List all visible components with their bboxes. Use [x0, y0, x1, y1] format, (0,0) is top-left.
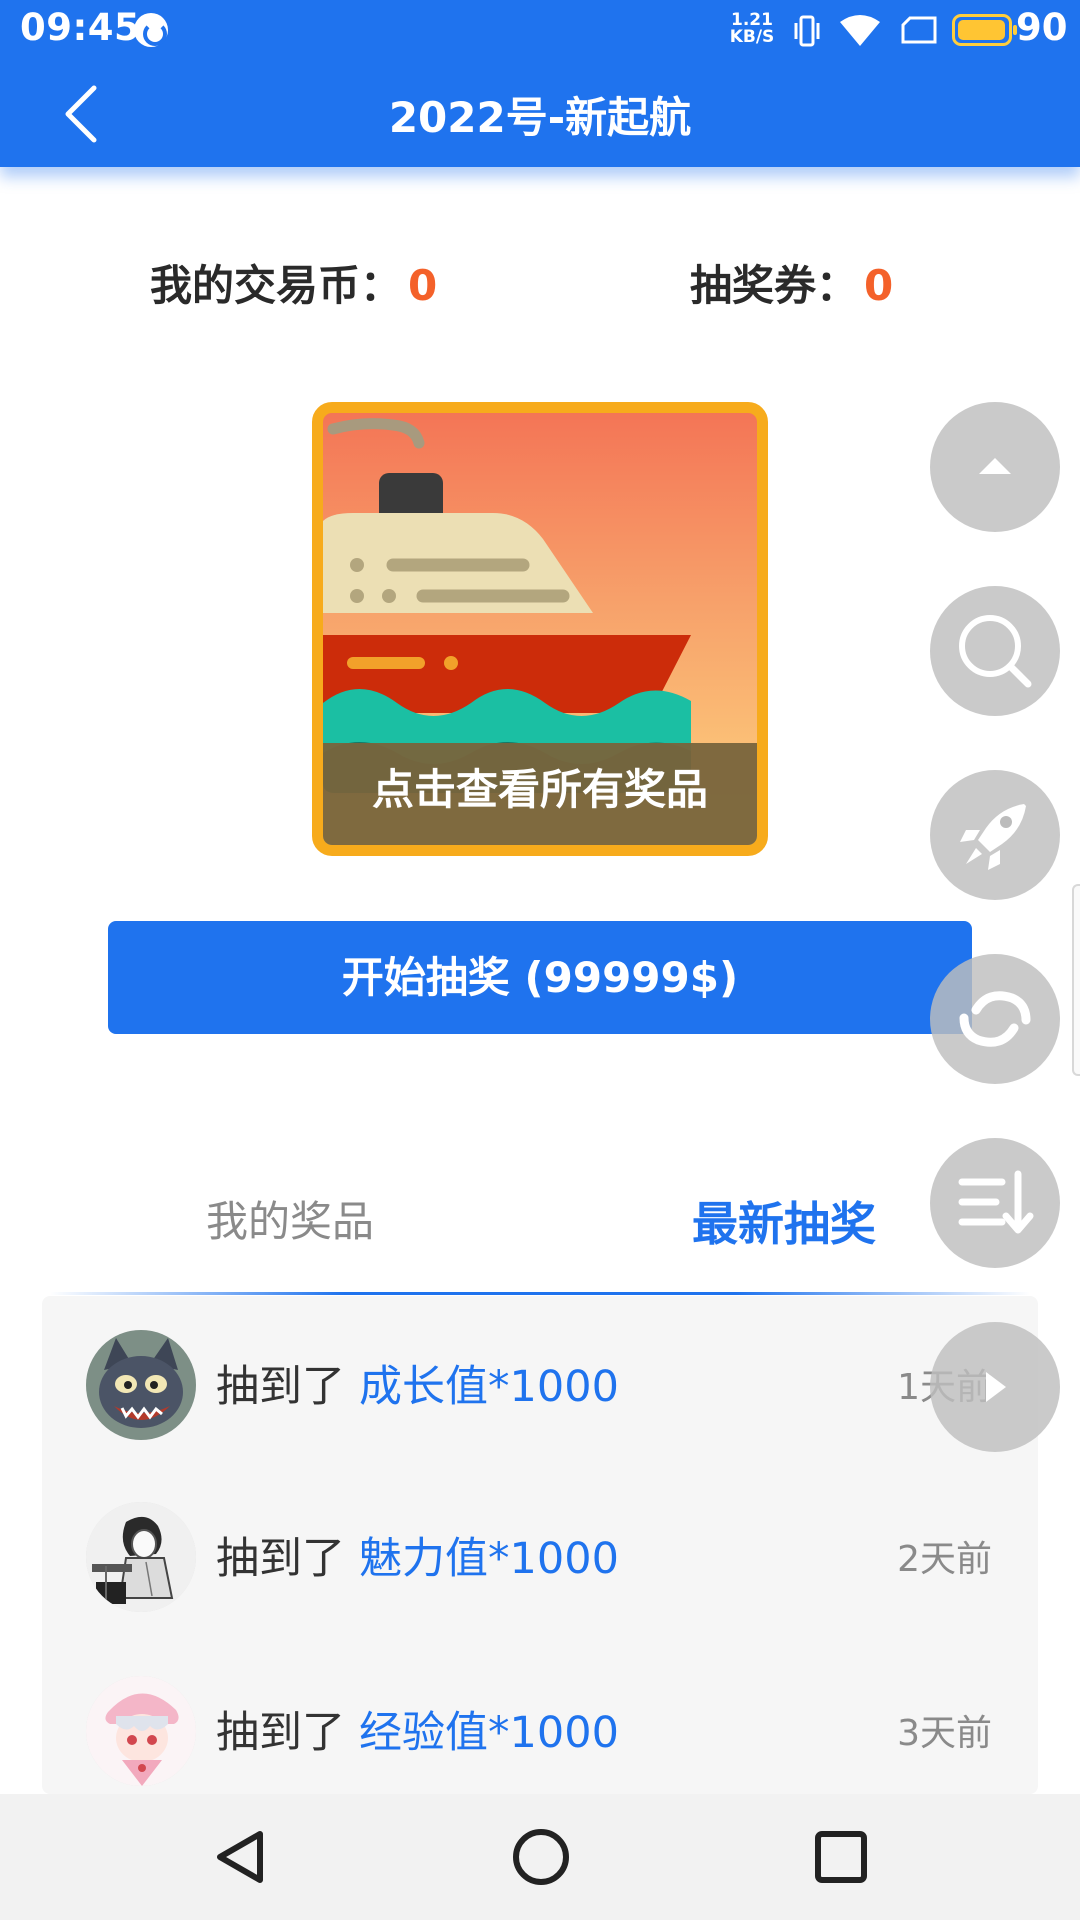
tab-latest-draws[interactable]: 最新抽奖 — [692, 1188, 876, 1254]
record-prefix: 抽到了 — [216, 1708, 345, 1758]
coins-balance: 我的交易币： 0 — [150, 252, 437, 313]
network-speed: 1.21 KB/S — [728, 12, 776, 46]
refresh-button[interactable] — [930, 954, 1060, 1084]
rocket-button[interactable] — [930, 770, 1060, 900]
edge-drawer-handle[interactable] — [1072, 884, 1080, 1076]
search-button[interactable] — [930, 586, 1060, 716]
list-item[interactable]: 抽到了 魅力值*1000 2天前 — [42, 1468, 1038, 1618]
sketch-figure-avatar — [86, 1502, 196, 1612]
app-notification-icon — [134, 13, 168, 47]
play-icon — [986, 1372, 1006, 1402]
record-prize: 魅力值*1000 — [359, 1534, 619, 1584]
list-item[interactable]: 抽到了 经验值*1000 3天前 — [42, 1642, 1038, 1792]
back-triangle-icon — [217, 1831, 263, 1883]
anime-girl-avatar — [86, 1676, 196, 1786]
sort-icon — [958, 1170, 1034, 1234]
scroll-top-icon — [979, 458, 1011, 474]
tab-indicator — [50, 1292, 1030, 1295]
tickets-value: 0 — [864, 261, 894, 310]
cartoon-cat-avatar — [86, 1330, 196, 1440]
nav-back-button[interactable] — [208, 1824, 274, 1890]
wifi-icon — [840, 15, 880, 46]
recents-square-icon — [815, 1831, 867, 1883]
scroll-top-button[interactable] — [930, 402, 1060, 532]
page-title: 2022号-新起航 — [388, 93, 692, 142]
avatar — [86, 1502, 196, 1612]
record-prefix: 抽到了 — [216, 1534, 345, 1584]
draw-record-list: 抽到了成长值*1000 1天前 抽到了魅力值*1000 — [42, 1296, 1038, 1794]
play-button[interactable] — [930, 1322, 1060, 1452]
rocket-icon — [960, 804, 1026, 870]
nav-recents-button[interactable] — [808, 1824, 874, 1890]
sort-button[interactable] — [930, 1138, 1060, 1268]
app-screen: 09:45 1.21 KB/S 90 2022号-新起航 我的交易币： 0 抽奖… — [0, 0, 1080, 1920]
tickets-balance: 抽奖券： 0 — [690, 252, 893, 313]
record-text: 抽到了 魅力值*1000 — [216, 1524, 619, 1586]
status-bar: 09:45 1.21 KB/S 90 — [0, 0, 1080, 60]
record-prize: 经验值*1000 — [359, 1708, 619, 1758]
start-draw-button[interactable]: 开始抽奖 (99999$) — [108, 921, 972, 1034]
prize-card[interactable]: 点击查看所有奖品 — [312, 402, 768, 856]
home-circle-icon — [513, 1829, 569, 1885]
view-all-prizes-label: 点击查看所有奖品 — [323, 743, 757, 845]
record-prefix: 抽到了 — [216, 1362, 345, 1412]
record-text: 抽到了 经验值*1000 — [216, 1698, 619, 1760]
status-time: 09:45 — [20, 6, 141, 49]
avatar — [86, 1330, 196, 1440]
battery-icon — [952, 14, 1017, 46]
nav-home-button[interactable] — [508, 1824, 574, 1890]
refresh-icon — [959, 991, 1031, 1047]
system-navigation-bar — [0, 1794, 1080, 1920]
avatar — [86, 1676, 196, 1786]
search-icon — [959, 615, 1032, 688]
sim-icon — [901, 16, 937, 44]
tab-my-prizes[interactable]: 我的奖品 — [206, 1188, 374, 1249]
coins-value: 0 — [408, 261, 438, 310]
network-speed-unit: KB/S — [729, 27, 775, 47]
coins-label: 我的交易币： — [150, 261, 403, 310]
record-text: 抽到了 成长值*1000 — [216, 1352, 619, 1414]
tickets-label: 抽奖券： — [690, 261, 859, 310]
list-item[interactable]: 抽到了成长值*1000 1天前 — [42, 1296, 1038, 1446]
record-time: 2天前 — [897, 1539, 992, 1580]
battery-percent: 90 — [1016, 6, 1068, 49]
vibrate-icon — [794, 15, 820, 47]
app-header: 09:45 1.21 KB/S 90 2022号-新起航 — [0, 0, 1080, 167]
record-time: 3天前 — [897, 1713, 992, 1754]
record-prize: 成长值*1000 — [359, 1362, 619, 1412]
